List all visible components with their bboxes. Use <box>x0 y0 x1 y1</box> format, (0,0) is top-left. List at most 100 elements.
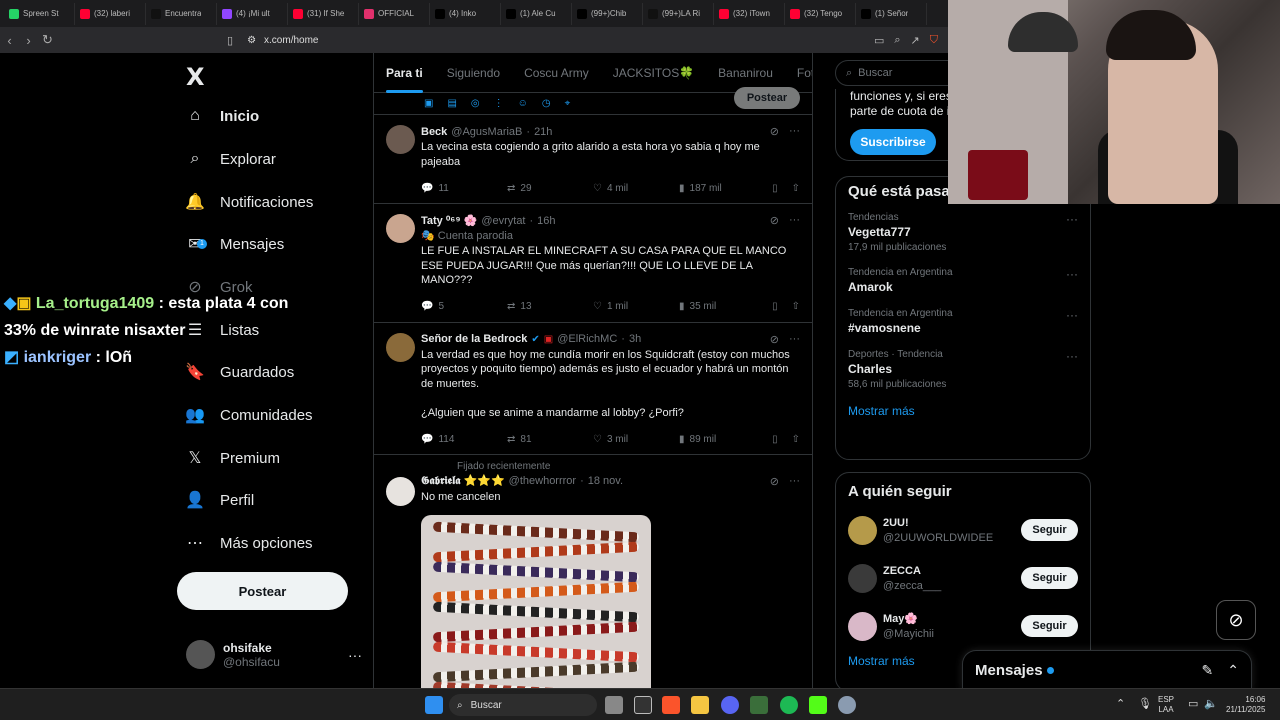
file-explorer-icon[interactable] <box>691 696 709 714</box>
tweet-author-handle[interactable]: @evrytat <box>481 215 525 227</box>
grok-icon[interactable]: ⊘ <box>770 475 779 488</box>
sidebar-item-inicio[interactable]: ⌂ Inicio <box>186 98 259 134</box>
tab-2[interactable]: Coscu Army <box>524 66 589 80</box>
brave-shield-icon[interactable]: ⛉ <box>930 34 938 47</box>
browser-tab[interactable]: Encuentra <box>146 2 217 25</box>
tweet-author-handle[interactable]: @AgusMariaB <box>451 126 522 138</box>
more-icon[interactable]: ··· <box>789 214 800 227</box>
more-icon[interactable]: ··· <box>1066 349 1078 363</box>
grok-icon[interactable]: ⊘ <box>770 125 779 138</box>
follow-button[interactable]: Seguir <box>1021 567 1078 589</box>
follow-button[interactable]: Seguir <box>1021 519 1078 541</box>
more-icon[interactable]: ··· <box>789 125 800 138</box>
tweet-timestamp[interactable]: 21h <box>534 126 552 138</box>
location-icon[interactable]: ⌖ <box>565 98 571 109</box>
spotify-icon[interactable] <box>780 696 798 714</box>
tab-4[interactable]: Bananirou <box>718 66 773 80</box>
app-icon[interactable] <box>634 696 652 714</box>
share-icon[interactable]: ⇧ <box>792 301 800 312</box>
trends-show-more-link[interactable]: Mostrar más <box>848 404 1078 418</box>
schedule-icon[interactable]: ◷ <box>542 98 551 109</box>
browser-tab[interactable]: (32) laberi <box>75 2 146 25</box>
follow-suggestion[interactable]: 2UU! @2UUWORLDWIDEE Seguir <box>848 506 1078 554</box>
bookmark-page-icon[interactable]: ▯ <box>227 34 233 47</box>
language-indicator[interactable]: ESP LAA <box>1158 695 1174 715</box>
browser-tab[interactable]: (4) ¡Mi ult <box>217 2 288 25</box>
share-icon[interactable]: ⇧ <box>792 434 800 445</box>
tab-3[interactable]: JACKSITOS🍀 <box>613 66 694 80</box>
media-icon[interactable]: ▣ <box>424 98 433 109</box>
trend-item[interactable]: Tendencias Vegetta777 17,9 mil publicacion… <box>848 212 1078 253</box>
volume-icon[interactable]: 🔈 <box>1204 699 1218 710</box>
more-icon[interactable]: ··· <box>789 333 800 346</box>
trend-item[interactable]: Deportes · Tendencia Charles 58,6 mil publ… <box>848 349 1078 390</box>
more-icon[interactable]: ··· <box>1066 308 1078 322</box>
tweet-author-name[interactable]: Señor de la Bedrock <box>421 333 527 345</box>
browser-tab[interactable]: (99+)Chib <box>572 2 643 25</box>
bookmark-icon[interactable]: ▯ <box>772 183 778 194</box>
avatar[interactable] <box>386 477 415 506</box>
grok-icon[interactable]: ◎ <box>471 98 480 109</box>
x-logo-icon[interactable]: X <box>186 63 205 91</box>
cast-icon[interactable]: ▭ <box>874 34 884 47</box>
tab-5[interactable]: Fotos d <box>797 66 812 80</box>
tweet-author-name[interactable]: Beck <box>421 126 447 138</box>
more-icon[interactable]: ··· <box>1066 212 1078 226</box>
tweet-author-handle[interactable]: @thewhorrror <box>509 475 576 487</box>
taskbar-search[interactable]: ⌕ Buscar <box>449 694 597 716</box>
sidebar-item-comunidades[interactable]: 👥 Comunidades <box>185 397 313 433</box>
post-button[interactable]: Postear <box>177 572 348 610</box>
site-info-icon[interactable]: ⚙ <box>247 35 256 46</box>
avatar[interactable] <box>848 611 877 641</box>
tweet[interactable]: Taty ⁰⁶⁹ 🌸 @evrytat · 16h ⊘ ··· 🎭 Cuenta parod… <box>374 204 812 323</box>
composer-post-button[interactable]: Postear <box>734 87 800 109</box>
emoji-icon[interactable]: ☺ <box>518 98 528 109</box>
browser-tab[interactable]: OFFICIAL <box>359 2 430 25</box>
account-switcher[interactable]: ohsifake @ohsifacu ··· <box>186 640 362 669</box>
browser-tab[interactable]: (1) Señor <box>856 2 927 25</box>
tweet-author-handle[interactable]: @ElRichMC <box>557 333 617 345</box>
app-icon[interactable] <box>750 696 768 714</box>
reload-icon[interactable]: ↻ <box>38 32 57 48</box>
microphone-icon[interactable]: 🎙 <box>1138 699 1152 710</box>
repost-button[interactable]: ⇄ 29 <box>507 183 593 194</box>
tab-1[interactable]: Siguiendo <box>447 66 500 80</box>
network-icon[interactable]: ▭ <box>1188 699 1198 710</box>
sidebar-item-másopciones[interactable]: ⋯ Más opciones <box>186 525 313 561</box>
tweet-author-name[interactable]: 𝕲𝖆𝖇𝖗𝖎𝖊𝖑𝖆 ⭐⭐⭐ <box>421 474 505 488</box>
tweet-author-name[interactable]: Taty ⁰⁶⁹ 🌸 <box>421 214 477 227</box>
browser-tab[interactable]: (32) iTown <box>714 2 785 25</box>
views-button[interactable]: ▮ 187 mil <box>679 183 769 194</box>
more-icon[interactable]: ··· <box>348 647 362 663</box>
subscribe-button[interactable]: Suscribirse <box>850 129 936 155</box>
browser-tab[interactable]: (99+)LA Ri <box>643 2 714 25</box>
more-icon[interactable]: ··· <box>789 475 800 488</box>
browser-tab[interactable]: Spreen St <box>4 2 75 25</box>
kick-icon[interactable] <box>809 696 827 714</box>
share-icon[interactable]: ⇧ <box>792 183 800 194</box>
trend-item[interactable]: Tendencia en Argentina #vamosnene ··· <box>848 308 1078 335</box>
brave-icon[interactable] <box>662 696 680 714</box>
discord-icon[interactable] <box>721 696 739 714</box>
grok-icon[interactable]: ⊘ <box>770 214 779 227</box>
task-view-icon[interactable] <box>605 696 623 714</box>
more-icon[interactable]: ··· <box>1066 267 1078 281</box>
grok-icon[interactable]: ⊘ <box>770 333 779 346</box>
reply-button[interactable]: 💬 114 <box>421 434 507 445</box>
follow-suggestion[interactable]: May🌸 @Mayichii Seguir <box>848 602 1078 650</box>
windows-start-icon[interactable] <box>425 696 443 714</box>
new-message-icon[interactable]: ✎ <box>1202 662 1214 679</box>
tray-chevron-icon[interactable]: ⌃ <box>1116 699 1125 710</box>
sidebar-item-premium[interactable]: 𝕏 Premium <box>186 440 280 476</box>
bookmark-icon[interactable]: ▯ <box>772 301 778 312</box>
avatar[interactable] <box>848 515 877 545</box>
browser-tab[interactable]: (1) Ale Cu <box>501 2 572 25</box>
grok-floating-button[interactable]: ⊘ <box>1216 600 1256 640</box>
repost-button[interactable]: ⇄ 81 <box>507 434 593 445</box>
tweet-image[interactable] <box>421 514 651 688</box>
back-icon[interactable]: ‹ <box>0 33 19 48</box>
avatar[interactable] <box>386 332 415 362</box>
poll-icon[interactable]: ⋮ <box>494 98 504 109</box>
browser-tab[interactable]: (32) Tengo <box>785 2 856 25</box>
zoom-icon[interactable]: ⌕ <box>894 34 900 47</box>
